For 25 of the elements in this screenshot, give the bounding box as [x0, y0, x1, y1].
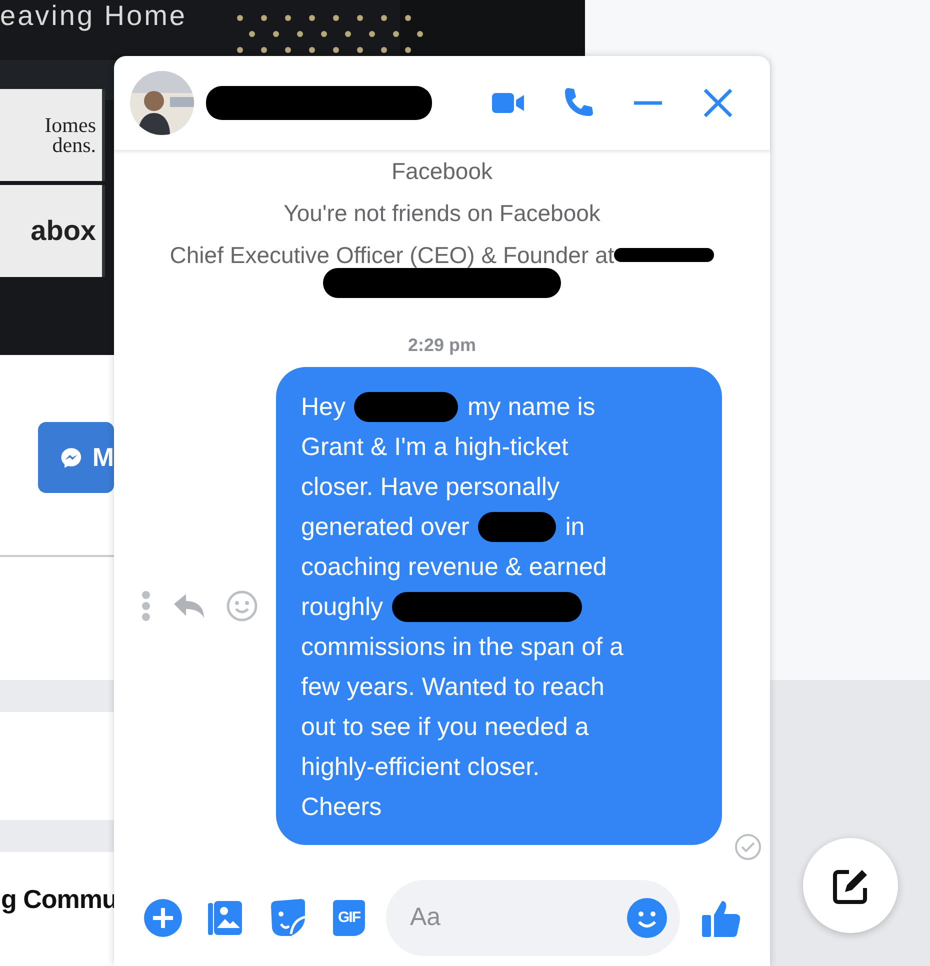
gif-button[interactable]: GIF [318, 898, 380, 938]
emoji-icon[interactable] [626, 897, 668, 939]
reply-icon[interactable] [172, 592, 206, 620]
message-text: closer. Have personally [301, 472, 560, 503]
message-text: highly-efficient closer. [301, 752, 540, 783]
message-text: roughly [301, 592, 383, 623]
message-text: Grant & I'm a high-ticket [301, 432, 568, 463]
message-text: generated over [301, 512, 470, 543]
message-text: commissions in the span of a [301, 632, 624, 663]
message-text: few years. Wanted to reach [301, 672, 604, 703]
message-field[interactable]: Aa [386, 880, 680, 956]
message-text: Cheers [301, 792, 382, 823]
section-title: g Commu [1, 884, 118, 914]
photo-icon [205, 898, 245, 938]
message-text: in [565, 512, 585, 543]
message-text: my name is [467, 392, 596, 423]
more-options-icon[interactable] [140, 590, 152, 622]
gif-label: GIF [338, 908, 360, 928]
plus-icon [143, 898, 183, 938]
message-text: out to see if you needed a [301, 712, 589, 743]
message-button[interactable]: M [38, 422, 114, 493]
message-input-field[interactable]: Aa [408, 898, 626, 938]
message-text: Hey [301, 392, 346, 423]
message-text: coaching revenue & earned [301, 552, 607, 583]
smiley-icon[interactable] [226, 590, 258, 622]
